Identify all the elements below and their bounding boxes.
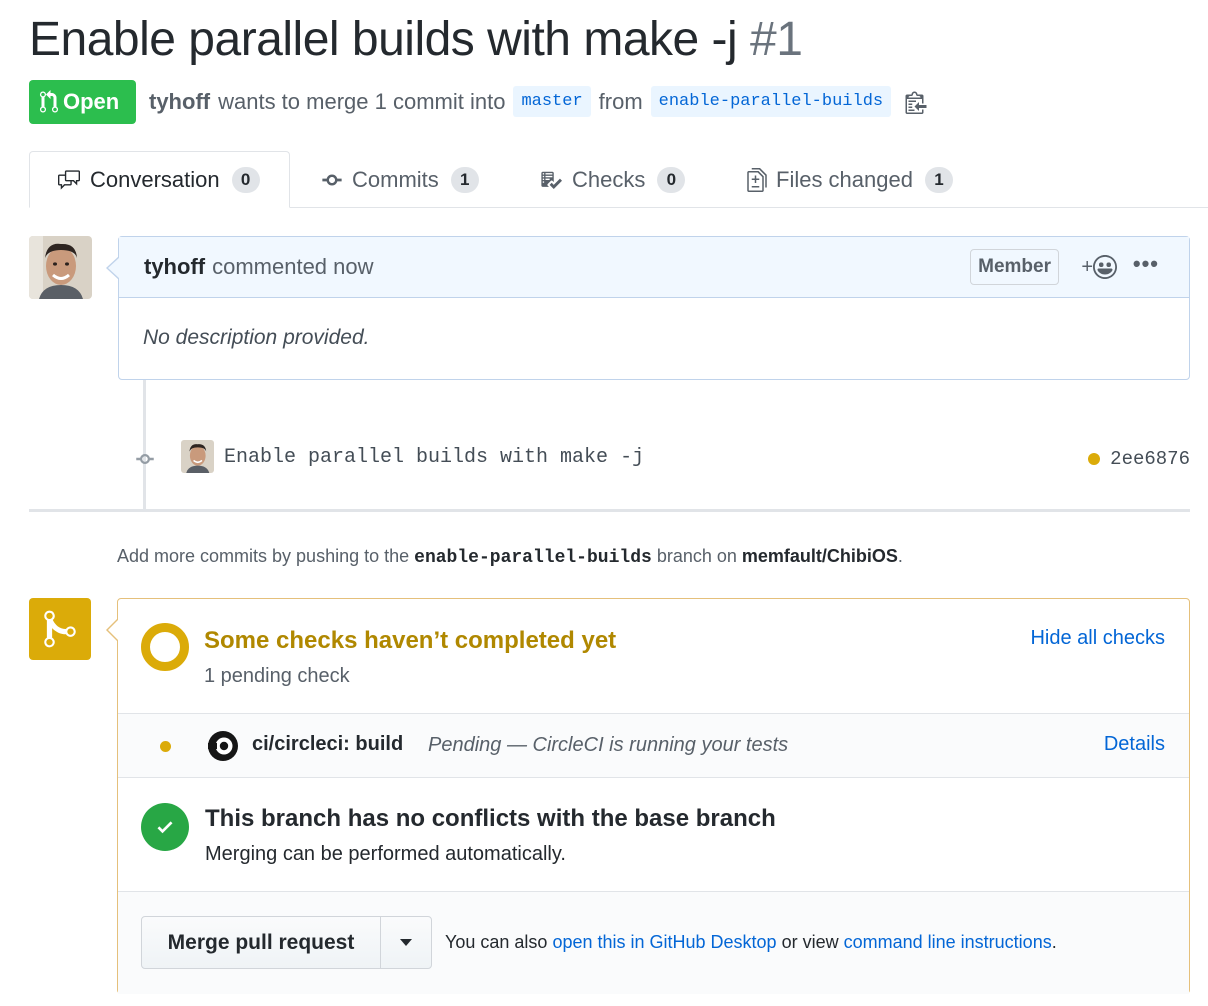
checks-summary: Some checks haven’t completed yet 1 pend… [118,599,1189,713]
check-details-link[interactable]: Details [1104,733,1165,756]
tab-conversation[interactable]: Conversation 0 [29,151,290,208]
tab-files-changed-count: 1 [924,166,953,193]
push-hint-branch: enable-parallel-builds [414,548,652,568]
comment-body: No description provided. [143,326,370,349]
check-circle-icon [141,803,189,851]
conflicts-section: This branch has no conflicts with the ba… [118,778,1189,892]
clipboard-icon[interactable] [905,90,927,114]
tab-commits-label: Commits [352,166,439,192]
avatar-image [29,236,92,299]
tab-files-changed[interactable]: Files changed 1 [746,151,953,208]
state-badge: Open [29,80,136,124]
github-desktop-link[interactable]: open this in GitHub Desktop [552,932,776,952]
comment-discussion-icon [58,169,80,190]
timeline-divider [29,509,1190,512]
comment-author[interactable]: tyhoff [144,254,205,280]
git-pull-request-icon [40,90,58,113]
tab-conversation-count: 0 [231,166,260,193]
git-commit-icon [322,174,342,185]
pr-title: Enable parallel builds with make -j #1 [29,12,803,67]
comment-box: tyhoff commented now Member + ••• No des… [118,236,1190,380]
pr-number: #1 [750,13,803,66]
tab-commits-count: 1 [450,166,479,193]
merge-text: wants to merge 1 commit into [218,88,506,114]
avatar-image [181,440,214,473]
git-merge-icon [44,610,76,648]
more-options-button[interactable]: ••• [1133,251,1159,277]
merge-pull-request-button[interactable]: Merge pull request [142,917,381,968]
merge-button-group: Merge pull request [141,916,432,969]
tab-files-changed-label: Files changed [776,166,913,192]
check-icon [157,821,173,834]
comment-arrow-fill [108,257,120,279]
add-reaction-button[interactable]: + [1081,255,1117,279]
comment-action: commented now [212,254,374,279]
push-hint: Add more commits by pushing to the enabl… [117,546,903,568]
tab-checks-label: Checks [572,166,646,192]
pr-title-text: Enable parallel builds with make -j [29,13,738,66]
tab-conversation-label: Conversation [90,166,220,192]
commit-avatar[interactable] [181,440,214,473]
also-suffix: . [1051,932,1057,952]
merge-actions: Merge pull request You can also open thi… [118,892,1189,994]
check-name: ci/circleci: build [252,733,404,755]
triangle-down-icon [400,938,412,946]
avatar[interactable] [29,236,92,299]
push-hint-suffix: . [897,546,903,566]
smiley-icon [1093,255,1117,279]
comment-header: tyhoff commented now Member + ••• [119,237,1189,298]
diff-icon [747,167,767,192]
cli-instructions-link[interactable]: command line instructions [844,932,1052,952]
state-label: Open [63,89,120,114]
tab-commits[interactable]: Commits 1 [320,151,479,208]
push-hint-middle: branch on [656,546,737,566]
check-description: Pending — CircleCI is running your tests [428,734,789,756]
checks-subheading: 1 pending check [204,665,350,687]
commit-sha-row: 2ee6876 [1088,448,1190,470]
check-item: ci/circleci: build Pending — CircleCI is… [118,713,1189,778]
member-badge: Member [970,249,1059,285]
checks-heading: Some checks haven’t completed yet [204,627,617,654]
timeline-line [143,380,146,510]
or-view-text: or view [781,932,839,952]
merge-box-arrow-fill [108,619,119,641]
add-reaction-plus: + [1081,255,1093,278]
git-commit-icon [136,454,154,464]
circleci-logo-icon [208,731,238,761]
pending-ring-icon [141,623,189,671]
commit-sha-link[interactable]: 2ee6876 [1110,448,1190,470]
conflicts-heading: This branch has no conflicts with the ba… [205,805,776,832]
check-pending-dot [160,741,171,752]
merge-status-badge [29,598,91,660]
merge-method-dropdown[interactable] [381,917,431,968]
commit-message-link[interactable]: Enable parallel builds with make -j [224,446,644,469]
merge-alternatives: You can also open this in GitHub Desktop… [445,932,1057,953]
base-branch[interactable]: master [513,86,591,117]
pr-meta: tyhoff wants to merge 1 commit into mast… [149,86,927,117]
head-branch[interactable]: enable-parallel-builds [650,86,892,117]
merge-box: Some checks haven’t completed yet 1 pend… [117,598,1190,994]
push-hint-prefix: Add more commits by pushing to the [117,546,410,566]
tab-checks-count: 0 [657,166,686,193]
tab-checks[interactable]: Checks 0 [538,151,686,208]
also-prefix: You can also [445,932,548,952]
commit-status-dot[interactable] [1088,453,1101,465]
pr-author-link[interactable]: tyhoff [149,89,210,115]
checklist-icon [541,171,562,189]
from-text: from [598,88,643,114]
push-hint-repo: memfault/ChibiOS [741,546,898,566]
hide-checks-link[interactable]: Hide all checks [1030,627,1165,650]
conflicts-subheading: Merging can be performed automatically. [205,843,566,865]
